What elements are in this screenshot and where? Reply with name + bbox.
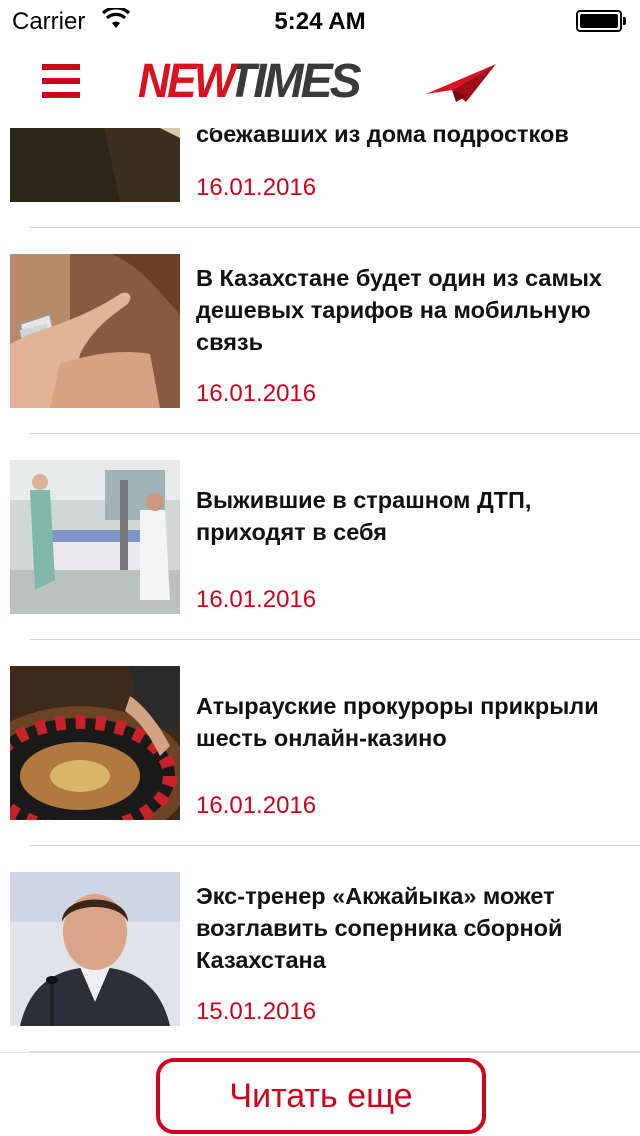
logo-text-new: NEW: [138, 55, 236, 108]
list-item[interactable]: Экс-тренер «Акжайыка» может возглавить с…: [0, 846, 640, 1052]
article-date: 15.01.2016: [196, 998, 317, 1025]
article-thumbnail: [10, 254, 180, 408]
read-more-button[interactable]: Читать еще: [156, 1058, 486, 1134]
status-bar: Carrier 5:24 AM: [0, 0, 640, 40]
article-date: 16.01.2016: [196, 792, 317, 819]
app-logo[interactable]: NEW TIMES: [138, 55, 362, 108]
article-title[interactable]: Экс-тренер «Акжайыка» может возглавить с…: [196, 880, 626, 976]
article-title[interactable]: В Казахстане будет один из самых дешевых…: [196, 262, 626, 358]
list-item[interactable]: Выжившие в страшном ДТП, приходят в себя…: [0, 434, 640, 640]
app-header: NEW TIMES: [0, 40, 640, 128]
list-item[interactable]: В Казахстане будет один из самых дешевых…: [0, 228, 640, 434]
list-item[interactable]: Атырауские прокуроры прикрыли шесть онла…: [0, 640, 640, 846]
article-date: 16.01.2016: [196, 174, 317, 201]
battery-icon: [576, 10, 626, 32]
article-thumbnail: [10, 872, 180, 1026]
logo-text-times: TIMES: [226, 55, 362, 108]
article-thumbnail: [10, 460, 180, 614]
footer-bar: Читать еще: [0, 1052, 640, 1136]
article-title[interactable]: Атырауские прокуроры прикрыли шесть онла…: [196, 690, 626, 754]
article-title[interactable]: Выжившие в страшном ДТП, приходят в себя: [196, 484, 626, 548]
article-thumbnail: [10, 666, 180, 820]
article-date: 16.01.2016: [196, 586, 317, 613]
news-list[interactable]: сбежавших из дома подростков 16.01.2016 …: [0, 0, 640, 1136]
article-date: 16.01.2016: [196, 380, 317, 407]
menu-icon[interactable]: [42, 64, 82, 100]
status-time: 5:24 AM: [274, 8, 366, 35]
paper-plane-icon: [426, 64, 496, 102]
